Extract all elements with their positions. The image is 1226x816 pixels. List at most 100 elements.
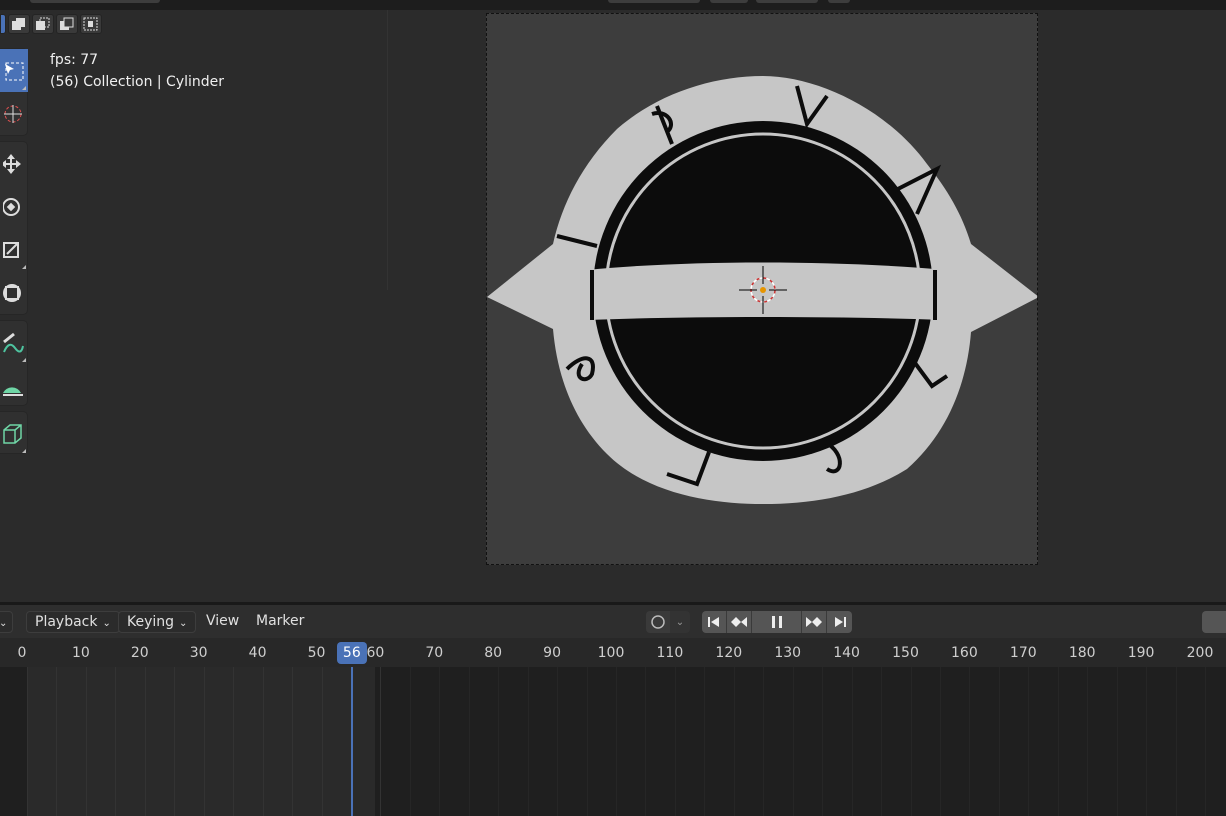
frame-gridline [792,667,794,816]
mode-intersect-button[interactable] [80,14,102,34]
subtract-icon [36,17,50,30]
pause-icon [771,616,782,628]
toolbar-transform-group [0,141,28,315]
keying-menu[interactable]: Keying ⌄ [118,611,197,633]
frame-tick-label: 120 [715,645,743,661]
frame-gridline [174,667,176,816]
frame-gridline [674,667,676,816]
jump-end-icon [834,617,846,627]
mode-subtract-button[interactable] [32,14,54,34]
header-widget[interactable] [710,0,748,3]
region-divider [387,10,388,290]
cursor-tool[interactable] [0,92,28,135]
header-widget[interactable] [30,0,160,3]
frame-tick-label: 140 [833,645,860,661]
frame-tick-label: 10 [71,645,90,661]
move-tool[interactable] [0,142,28,185]
frame-gridline [203,667,205,816]
measure-tool[interactable] [0,364,28,407]
cursor-icon [4,104,22,123]
record-icon [651,615,665,629]
scale-icon [3,241,19,258]
transform-tool[interactable] [0,271,28,314]
frame-tick-label: 90 [543,645,562,661]
header-right-button[interactable] [1202,611,1226,633]
frame-gridline [468,667,470,816]
measure-icon [3,386,23,396]
next-keyframe-button[interactable] [802,611,827,633]
frame-tick-label: 50 [307,645,326,661]
frame-tick-label: 80 [484,645,503,661]
frame-gridline [969,667,971,816]
playhead-line[interactable] [351,667,353,816]
frame-tick-label: 0 [17,645,27,661]
frame-gridline [733,667,735,816]
header-widget[interactable] [828,0,850,3]
frame-gridline [27,667,28,816]
select-box-icon [5,62,24,80]
frame-tick-label: 130 [774,645,802,661]
prev-keyframe-button[interactable] [727,611,752,633]
jump-to-end-button[interactable] [827,611,852,633]
chevron-down-icon[interactable]: ⌄ [670,611,690,633]
frame-gridline [586,667,588,816]
frame-gridline [557,667,559,816]
frame-tick-label: 150 [892,645,919,661]
auto-keying-control: ⌄ [646,611,690,633]
frame-gridline [498,667,500,816]
pause-button[interactable] [752,611,802,633]
frame-gridline [233,667,235,816]
transform-icon [3,283,21,302]
playback-menu[interactable]: Playback ⌄ [26,611,120,633]
add-cube-tool[interactable] [0,412,28,455]
next-keyframe-icon [806,617,822,627]
header-widget[interactable] [756,0,818,3]
annotate-icon [3,332,24,352]
frame-gridline [998,667,1000,816]
frame-tick-label: 60 [366,645,385,661]
view-menu[interactable]: View [206,613,239,629]
mode-set-button[interactable] [0,14,6,34]
frame-gridline [56,667,58,816]
jump-to-start-button[interactable] [702,611,727,633]
editor-mode-dropdown[interactable]: ⌄ [0,611,14,633]
frame-gridline [645,667,647,816]
header-widget[interactable] [608,0,700,3]
mode-extend-button[interactable] [8,14,30,34]
frame-gridline [1087,667,1089,816]
frame-gridline [380,667,382,816]
frame-range [27,667,375,816]
frame-gridline [763,667,765,816]
chevron-down-icon: ⌄ [102,618,111,629]
camera-frame [486,13,1038,565]
difference-icon [60,17,74,30]
frame-gridline [939,667,941,816]
playback-controls [702,611,852,633]
frame-gridline [881,667,883,816]
timeline-track-area[interactable] [0,667,1226,816]
chevron-down-icon: ⌄ [179,618,188,629]
prev-keyframe-icon [731,617,747,627]
marker-menu[interactable]: Marker [256,613,304,629]
frame-tick-label: 100 [597,645,625,661]
frame-tick-label: 200 [1186,645,1214,661]
toolbar-select-group [0,48,28,136]
frame-gridline [1057,667,1059,816]
frame-tick-label: 160 [951,645,978,661]
auto-keying-toggle[interactable] [646,611,670,633]
annotate-tool[interactable] [0,321,28,364]
object-info-readout: (56) Collection | Cylinder [50,74,225,90]
frame-tick-label: 190 [1127,645,1155,661]
fps-readout: fps: 77 [50,52,99,68]
frame-gridline [851,667,853,816]
frame-gridline [704,667,706,816]
mode-difference-button[interactable] [56,14,78,34]
frame-tick-label: 70 [425,645,444,661]
select-box-tool[interactable] [0,49,28,92]
frame-gridline [1205,667,1206,816]
scale-tool[interactable] [0,228,28,271]
frame-ruler[interactable]: 0 10 20 30 40 50 60 70 80 90 100 110 120 130 140 150 160… [0,638,1226,667]
rotate-tool[interactable] [0,185,28,228]
frame-gridline [115,667,117,816]
current-frame-indicator[interactable]: 56 [336,642,367,664]
